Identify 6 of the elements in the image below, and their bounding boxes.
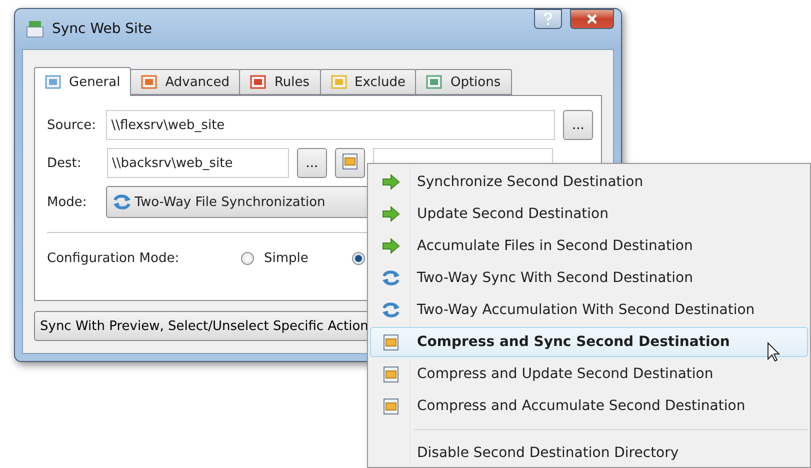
window-title: Sync Web Site: [52, 21, 154, 37]
field-label: Configuration Mode:: [47, 251, 180, 266]
field-label: Mode:: [47, 194, 88, 210]
field-label: Dest:: [47, 156, 82, 170]
field-label: Source:: [47, 118, 98, 132]
radio-label: Simple: [264, 251, 308, 266]
